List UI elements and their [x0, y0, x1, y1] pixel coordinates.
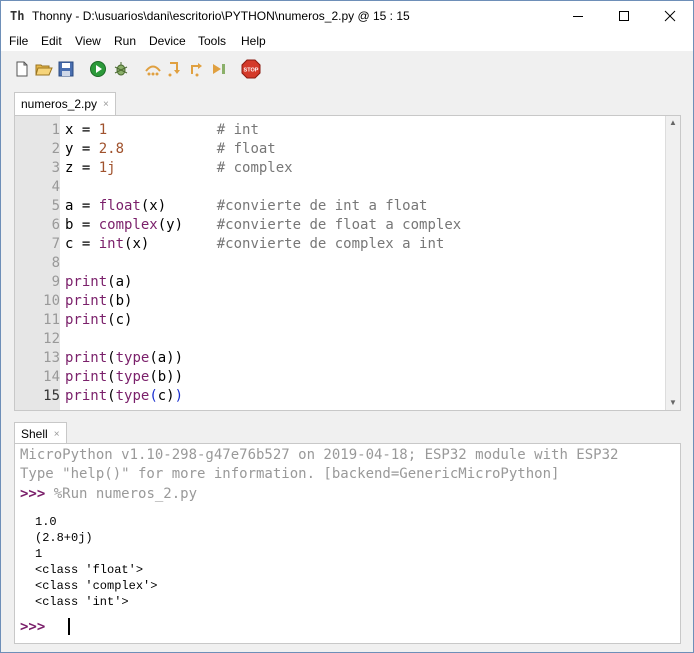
close-icon: [664, 10, 676, 22]
menu-view[interactable]: View: [75, 34, 101, 48]
shell-tab-row: Shell ×: [1, 419, 693, 445]
code-line: x = 1 # int: [65, 122, 259, 138]
code-line: print(c): [65, 312, 133, 328]
code-line: print(a): [65, 274, 133, 290]
shell-output-line: 1.0: [35, 515, 57, 529]
tab-label: numeros_2.py: [21, 97, 98, 111]
line-number: 11: [43, 312, 60, 328]
line-number: 4: [51, 179, 60, 195]
line-number: 14: [43, 369, 60, 385]
step-into-icon[interactable]: [166, 60, 184, 78]
thonny-window: Th Thonny - D:\usuarios\dani\escritorio\…: [0, 0, 694, 653]
shell-prompt: >>>: [20, 486, 46, 502]
window-title: Thonny - D:\usuarios\dani\escritorio\PYT…: [32, 9, 410, 23]
shell-banner-line: MicroPython v1.10-298-g47e76b527 on 2019…: [20, 447, 619, 463]
menu-edit[interactable]: Edit: [41, 34, 62, 48]
menu-help[interactable]: Help: [241, 34, 266, 48]
shell-run-line: >>> %Run numeros_2.py: [20, 485, 197, 504]
open-file-icon[interactable]: [35, 60, 53, 78]
line-number: 15: [43, 388, 60, 404]
line-number-gutter: 1 2 3 4 5 6 7 8 9 10 11 12 13 14 15: [15, 116, 60, 410]
line-number: 10: [43, 293, 60, 309]
stop-icon-label: STOP: [244, 68, 259, 74]
line-number: 2: [51, 141, 60, 157]
shell-output-line: <class 'float'>: [35, 563, 144, 577]
shell-input-prompt: >>>: [20, 619, 46, 635]
menu-tools[interactable]: Tools: [198, 34, 226, 48]
minimize-button[interactable]: [555, 1, 601, 31]
code-line: a = float(x) #convierte de int a float: [65, 198, 428, 214]
code-line: print(b): [65, 293, 133, 309]
maximize-icon: [619, 11, 629, 21]
tab-shell[interactable]: Shell ×: [14, 422, 67, 445]
shell-output-line: <class 'int'>: [35, 595, 129, 609]
line-number: 13: [43, 350, 60, 366]
code-line: y = 2.8 # float: [65, 141, 276, 157]
line-number: 7: [51, 236, 60, 252]
line-number: 9: [51, 274, 60, 290]
editor-vertical-scrollbar[interactable]: ▲ ▼: [665, 116, 680, 410]
shell-output-line: (2.8+0j): [35, 531, 93, 545]
code-line: b = complex(y) #convierte de float a com…: [65, 217, 462, 233]
step-out-icon[interactable]: [188, 60, 206, 78]
shell-tab-label: Shell: [21, 427, 48, 441]
maximize-button[interactable]: [601, 1, 647, 31]
toolbar: STOP: [1, 53, 693, 83]
new-file-icon[interactable]: [13, 60, 31, 78]
menu-bar: File Edit View Run Device Tools Help: [1, 31, 693, 51]
line-number: 5: [51, 198, 60, 214]
text-cursor: [68, 618, 70, 635]
code-line: z = 1j # complex: [65, 160, 293, 176]
thonny-app-icon: Th: [10, 9, 25, 23]
debug-icon[interactable]: [112, 60, 130, 78]
menu-file[interactable]: File: [9, 34, 28, 48]
code-editor[interactable]: 1 2 3 4 5 6 7 8 9 10 11 12 13 14 15 x = …: [14, 115, 681, 411]
shell-input-line[interactable]: >>>: [20, 618, 45, 637]
run-icon[interactable]: [89, 60, 107, 78]
shell-run-command: %Run numeros_2.py: [53, 486, 198, 502]
close-window-button[interactable]: [647, 1, 693, 31]
shell-output-line: 1: [35, 547, 43, 561]
line-number: 1: [51, 122, 60, 138]
line-number: 12: [43, 331, 60, 347]
tab-close-icon[interactable]: ×: [103, 99, 109, 110]
resume-icon[interactable]: [210, 60, 228, 78]
scroll-up-arrow-icon[interactable]: ▲: [668, 118, 678, 128]
menu-run[interactable]: Run: [114, 34, 136, 48]
shell-output-line: <class 'complex'>: [35, 579, 158, 593]
tab-numeros-2-py[interactable]: numeros_2.py ×: [14, 92, 116, 115]
step-over-icon[interactable]: [144, 60, 162, 78]
stop-icon[interactable]: STOP: [241, 59, 261, 79]
code-line: c = int(x) #convierte de complex a int: [65, 236, 445, 252]
line-number: 3: [51, 160, 60, 176]
menu-device[interactable]: Device: [149, 34, 186, 48]
code-line: print(type(c)): [65, 388, 184, 404]
shell-panel[interactable]: MicroPython v1.10-298-g47e76b527 on 2019…: [14, 443, 681, 644]
editor-tab-row: numeros_2.py ×: [1, 89, 693, 115]
line-number: 8: [51, 255, 60, 271]
code-line: print(type(a)): [65, 350, 184, 366]
scroll-down-arrow-icon[interactable]: ▼: [668, 398, 678, 408]
minimize-icon: [573, 16, 583, 17]
line-number: 6: [51, 217, 60, 233]
save-file-icon[interactable]: [57, 60, 75, 78]
shell-tab-close-icon[interactable]: ×: [54, 429, 60, 440]
shell-banner-line: Type "help()" for more information. [bac…: [20, 466, 560, 482]
code-line: print(type(b)): [65, 369, 184, 385]
title-bar[interactable]: Th Thonny - D:\usuarios\dani\escritorio\…: [1, 1, 693, 31]
